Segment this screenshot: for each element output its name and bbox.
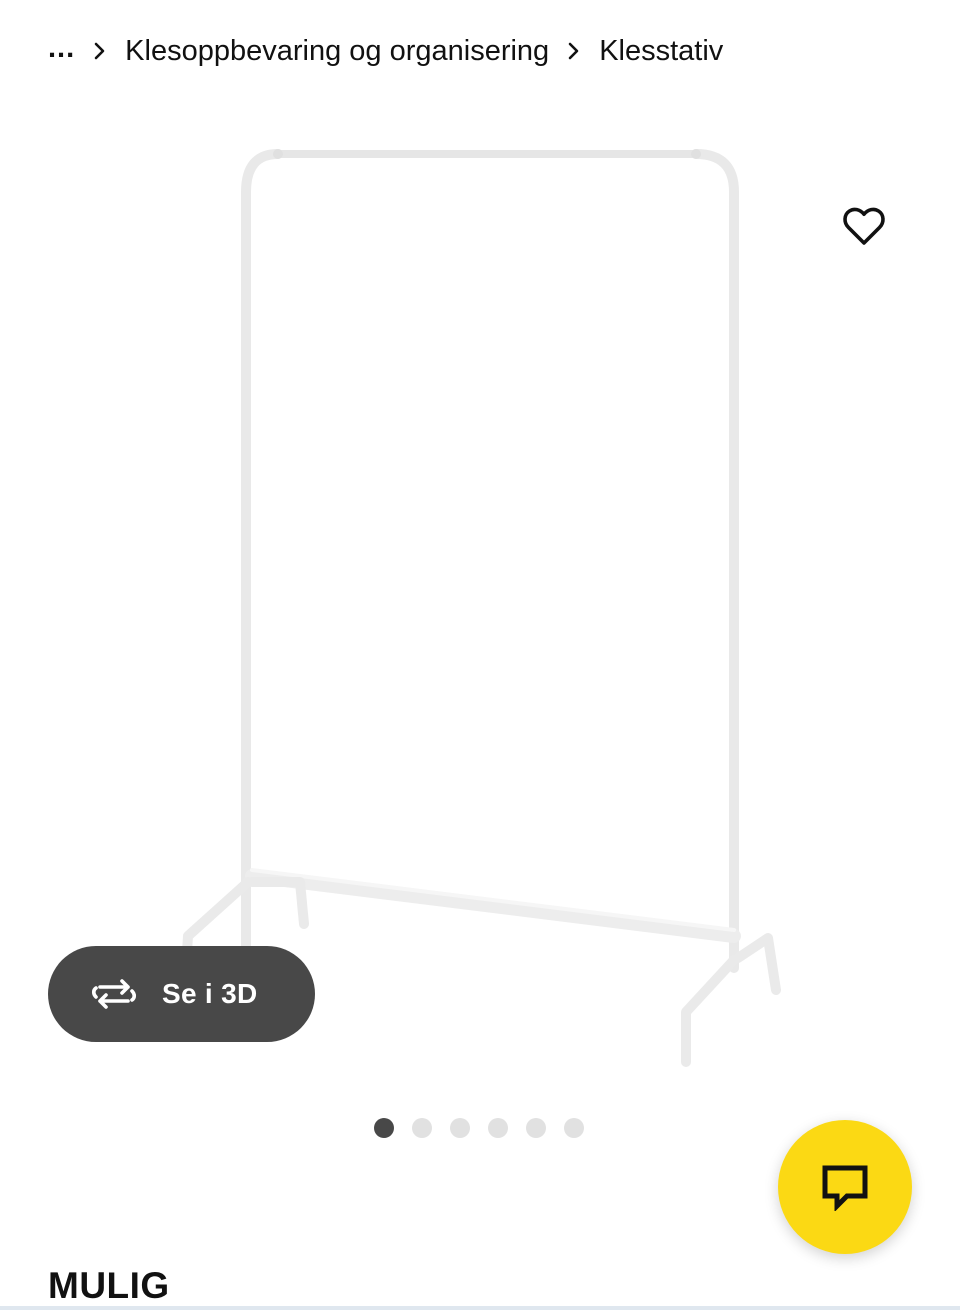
rotate-3d-icon: [90, 977, 138, 1011]
gallery-dot-4[interactable]: [488, 1118, 508, 1138]
view-in-3d-label: Se i 3D: [162, 978, 258, 1009]
product-name: MULIG: [48, 1265, 170, 1306]
gallery-dot-3[interactable]: [450, 1118, 470, 1138]
heart-outline-icon: [843, 207, 885, 245]
gallery-dot-1[interactable]: [374, 1118, 394, 1138]
breadcrumb-ellipsis[interactable]: ...: [48, 32, 75, 71]
gallery-dot-6[interactable]: [564, 1118, 584, 1138]
chat-button[interactable]: [778, 1120, 912, 1254]
breadcrumb-item-clothes-rack[interactable]: Klesstativ: [599, 35, 723, 68]
gallery-pagination: [374, 1118, 584, 1138]
breadcrumb-item-clothes-storage[interactable]: Klesoppbevaring og organisering: [125, 35, 549, 68]
divider: [0, 1306, 960, 1310]
gallery-dot-5[interactable]: [526, 1118, 546, 1138]
gallery-dot-2[interactable]: [412, 1118, 432, 1138]
chevron-right-icon: [549, 42, 599, 60]
view-in-3d-button[interactable]: Se i 3D: [48, 946, 315, 1042]
chat-bubble-icon: [822, 1165, 868, 1211]
chevron-right-icon: [75, 42, 125, 60]
breadcrumb: ... Klesoppbevaring og organisering Kles…: [48, 28, 723, 74]
favourite-button[interactable]: [832, 196, 896, 256]
